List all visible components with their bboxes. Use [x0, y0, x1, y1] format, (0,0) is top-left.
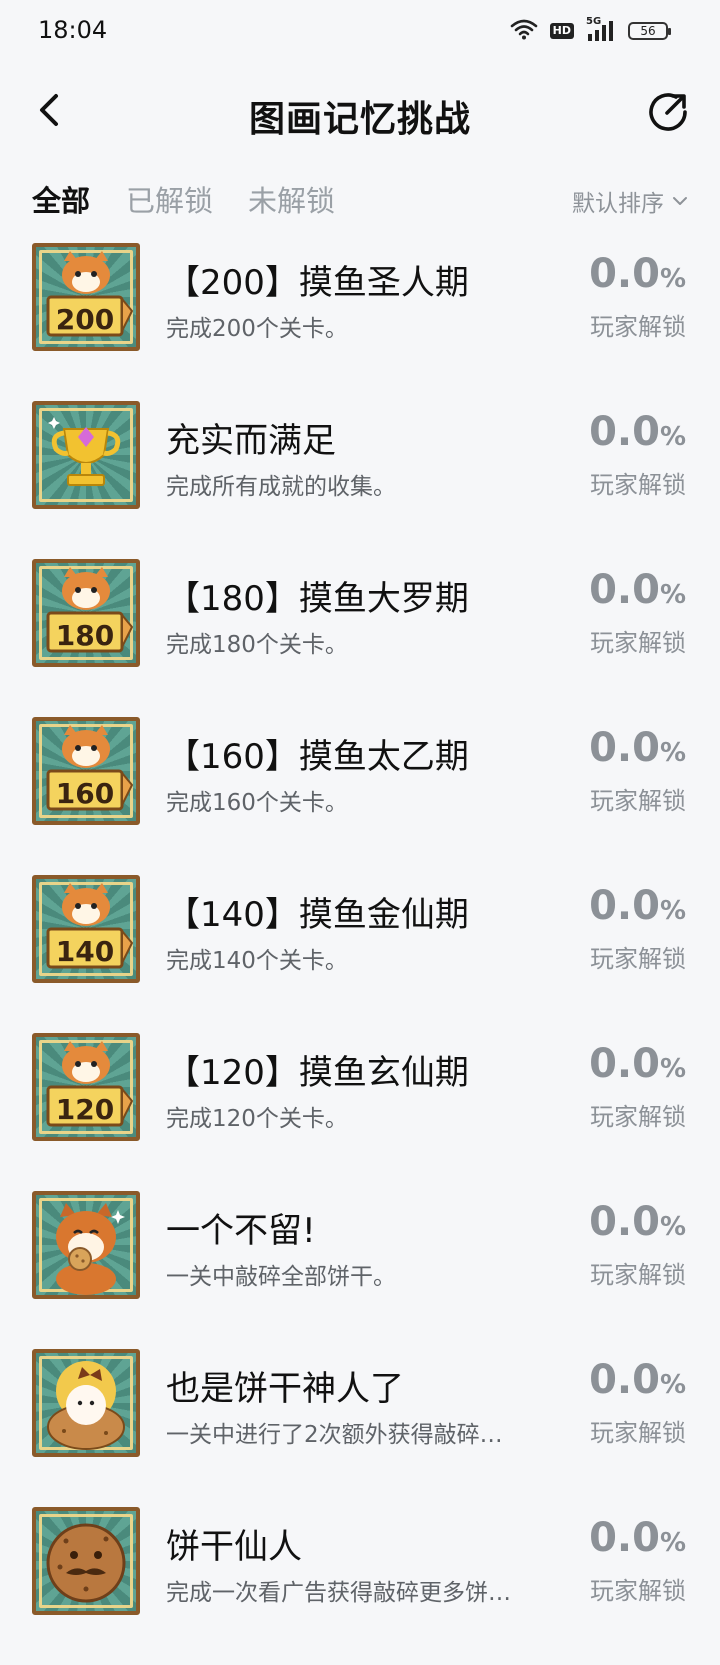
- achievement-title: 一个不留!: [166, 1211, 316, 1251]
- status-icons: HD 5G 56: [510, 16, 671, 44]
- achievement-title: 【160】摸鱼太乙期: [166, 737, 469, 777]
- achievement-desc: 一关中进行了2次额外获得敲碎…: [166, 1422, 503, 1448]
- unlock-label: 玩家解锁: [590, 787, 686, 815]
- battery-icon: 56: [628, 22, 671, 40]
- achievement-title: 充实而满足: [166, 421, 336, 461]
- unlock-label: 玩家解锁: [590, 471, 686, 499]
- badge-number: 120: [56, 1093, 114, 1126]
- achievement-item[interactable]: 200 【200】摸鱼圣人期 完成200个关卡。 0.0% 玩家解锁: [0, 243, 720, 401]
- badge-number: 200: [56, 303, 114, 336]
- share-button[interactable]: [646, 90, 690, 134]
- unlock-percent: 0.0%: [589, 251, 686, 297]
- badge-number: 160: [56, 777, 114, 810]
- achievement-item[interactable]: 140 【140】摸鱼金仙期 完成140个关卡。 0.0% 玩家解锁: [0, 875, 720, 1033]
- unlock-label: 玩家解锁: [590, 1419, 686, 1447]
- achievement-title: 【200】摸鱼圣人期: [166, 263, 469, 303]
- achievement-title: 【140】摸鱼金仙期: [166, 895, 469, 935]
- page-title: 图画记忆挑战: [248, 99, 471, 140]
- unlock-percent: 0.0%: [589, 1041, 686, 1087]
- achievement-item[interactable]: 也是饼干神人了 一关中进行了2次额外获得敲碎… 0.0% 玩家解锁: [0, 1349, 720, 1507]
- status-time: 18:04: [38, 16, 108, 44]
- unlock-label: 玩家解锁: [590, 1103, 686, 1131]
- battery-level: 56: [640, 24, 656, 38]
- fox-badge-icon: 120: [32, 1033, 140, 1141]
- achievement-title: 【120】摸鱼玄仙期: [166, 1053, 469, 1093]
- signal-icon: 5G: [586, 16, 616, 42]
- sort-label: 默认排序: [572, 191, 664, 217]
- unlock-percent: 0.0%: [589, 725, 686, 771]
- wifi-icon: [510, 18, 538, 44]
- achievement-item[interactable]: 充实而满足 完成所有成就的收集。 0.0% 玩家解锁: [0, 401, 720, 559]
- unlock-percent: 0.0%: [589, 883, 686, 929]
- achievement-item[interactable]: 120 【120】摸鱼玄仙期 完成120个关卡。 0.0% 玩家解锁: [0, 1033, 720, 1191]
- achievement-title: 【180】摸鱼大罗期: [166, 579, 469, 619]
- hd-badge: HD: [549, 23, 574, 39]
- badge-number: 180: [56, 619, 114, 652]
- girl-cookie-badge-icon: [32, 1349, 140, 1457]
- unlock-percent: 0.0%: [589, 1515, 686, 1561]
- status-bar: 18:04 HD 5G 56: [0, 0, 720, 64]
- achievement-desc: 完成200个关卡。: [166, 316, 348, 342]
- unlock-label: 玩家解锁: [590, 1261, 686, 1289]
- fox-badge-icon: 160: [32, 717, 140, 825]
- unlock-percent: 0.0%: [589, 1199, 686, 1245]
- tab-all[interactable]: 全部: [32, 178, 90, 220]
- achievement-desc: 完成所有成就的收集。: [166, 474, 396, 500]
- unlock-percent: 0.0%: [589, 409, 686, 455]
- unlock-percent: 0.0%: [589, 567, 686, 613]
- unlock-label: 玩家解锁: [590, 1577, 686, 1605]
- achievement-title: 也是饼干神人了: [166, 1369, 404, 1409]
- fox-badge-icon: 140: [32, 875, 140, 983]
- tab-locked[interactable]: 未解锁: [248, 178, 335, 220]
- shiba-cookie-badge-icon: [32, 1191, 140, 1299]
- achievement-desc: 完成140个关卡。: [166, 948, 348, 974]
- fox-badge-icon: 180: [32, 559, 140, 667]
- unlock-label: 玩家解锁: [590, 945, 686, 973]
- unlock-label: 玩家解锁: [590, 629, 686, 657]
- achievement-desc: 一关中敲碎全部饼干。: [166, 1264, 396, 1290]
- network-type: 5G: [586, 16, 602, 27]
- badge-number: 140: [56, 935, 114, 968]
- achievement-item[interactable]: 180 【180】摸鱼大罗期 完成180个关卡。 0.0% 玩家解锁: [0, 559, 720, 717]
- achievement-item[interactable]: 160 【160】摸鱼太乙期 完成160个关卡。 0.0% 玩家解锁: [0, 717, 720, 875]
- unlock-percent: 0.0%: [589, 1357, 686, 1403]
- achievement-item[interactable]: 饼干仙人 完成一次看广告获得敲碎更多饼… 0.0% 玩家解锁: [0, 1507, 720, 1665]
- achievement-item[interactable]: 一个不留! 一关中敲碎全部饼干。 0.0% 玩家解锁: [0, 1191, 720, 1349]
- filter-tabs: 全部 已解锁 未解锁 默认排序: [0, 170, 720, 230]
- cookie-face-badge-icon: [32, 1507, 140, 1615]
- tab-unlocked[interactable]: 已解锁: [126, 178, 213, 220]
- nav-bar: 图画记忆挑战: [0, 64, 720, 160]
- achievement-desc: 完成120个关卡。: [166, 1106, 348, 1132]
- achievement-desc: 完成160个关卡。: [166, 790, 348, 816]
- achievement-list: 200 【200】摸鱼圣人期 完成200个关卡。 0.0% 玩家解锁 充实而满足…: [0, 243, 720, 1665]
- chevron-down-icon: [673, 197, 687, 205]
- achievement-desc: 完成180个关卡。: [166, 632, 348, 658]
- sort-dropdown[interactable]: 默认排序: [572, 184, 688, 218]
- trophy-badge-icon: [32, 401, 140, 509]
- share-icon: [649, 93, 687, 131]
- unlock-label: 玩家解锁: [590, 313, 686, 341]
- fox-badge-icon: 200: [32, 243, 140, 351]
- achievement-title: 饼干仙人: [166, 1527, 302, 1567]
- achievement-desc: 完成一次看广告获得敲碎更多饼…: [166, 1580, 511, 1606]
